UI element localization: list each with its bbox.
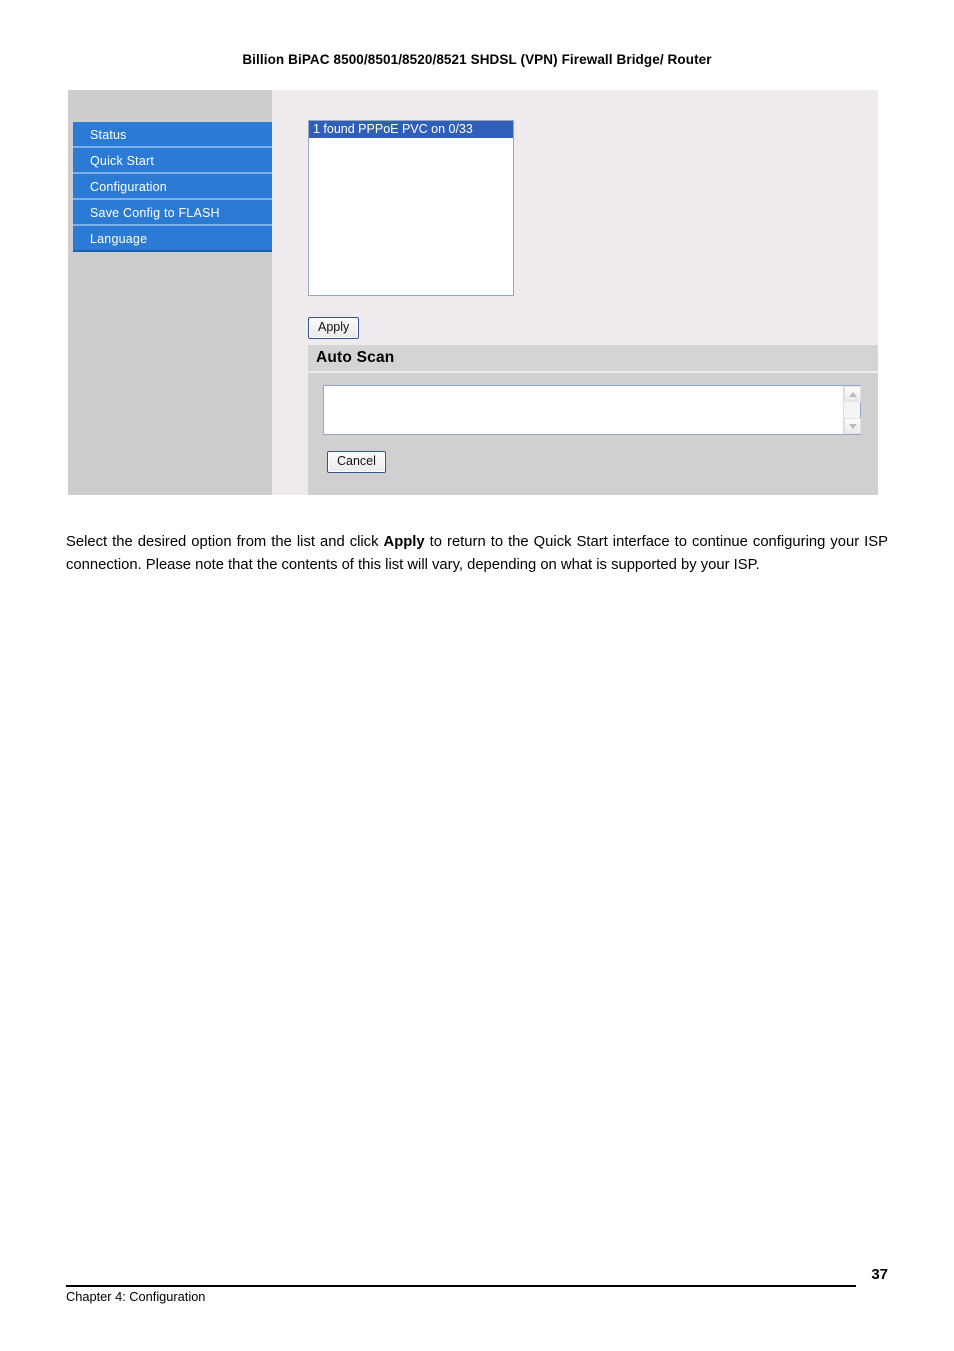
auto-scan-textarea[interactable] (324, 386, 843, 434)
page-number: 37 (871, 1266, 888, 1283)
auto-scan-title: Auto Scan (316, 349, 395, 366)
cancel-button[interactable]: Cancel (327, 451, 386, 473)
router-ui-screenshot: Status Quick Start Configuration Save Co… (68, 90, 878, 495)
sidebar-item-save-config-to-flash[interactable]: Save Config to FLASH (73, 200, 272, 226)
apply-button[interactable]: Apply (308, 317, 360, 339)
body-paragraph-bold-apply: Apply (383, 533, 425, 550)
page-running-header: Billion BiPAC 8500/8501/8520/8521 SHDSL … (242, 52, 712, 67)
sidebar-menu: Status Quick Start Configuration Save Co… (73, 122, 272, 252)
body-paragraph: Select the desired option from the list … (66, 531, 888, 577)
sidebar-item-status[interactable]: Status (73, 122, 272, 148)
auto-scan-textarea-wrapper[interactable] (323, 385, 861, 435)
chevron-down-icon[interactable] (844, 418, 861, 434)
router-ui-content: 1 found PPPoE PVC on 0/33 Apply Auto Sca… (272, 90, 878, 495)
chevron-up-icon[interactable] (844, 386, 861, 402)
sidebar-item-configuration[interactable]: Configuration (73, 174, 272, 200)
auto-scan-section-header: Auto Scan (308, 345, 878, 371)
pvc-list-box[interactable]: 1 found PPPoE PVC on 0/33 (308, 120, 514, 296)
list-item[interactable]: 1 found PPPoE PVC on 0/33 (309, 121, 513, 138)
auto-scan-scrollbar[interactable] (843, 386, 861, 434)
footer-divider (66, 1285, 856, 1287)
sidebar-item-language[interactable]: Language (73, 226, 272, 252)
router-ui-sidebar: Status Quick Start Configuration Save Co… (68, 90, 272, 495)
footer-chapter-label: Chapter 4: Configuration (66, 1289, 206, 1304)
body-paragraph-part1: Select the desired option from the list … (66, 533, 384, 550)
sidebar-item-quick-start[interactable]: Quick Start (73, 148, 272, 174)
auto-scan-section-body: Cancel (308, 373, 878, 495)
